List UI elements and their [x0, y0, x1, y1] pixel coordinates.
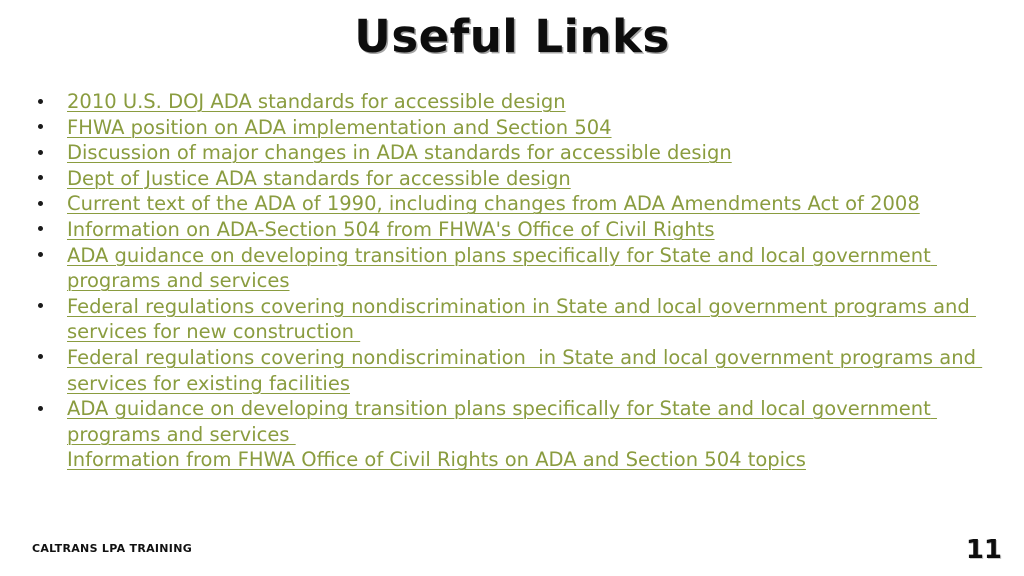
list-item: Information from FHWA Office of Civil Ri… — [30, 447, 990, 473]
bullet-dot-icon — [38, 175, 43, 181]
link-item[interactable]: Federal regulations covering nondiscrimi… — [67, 346, 982, 395]
bullet-dot-icon — [38, 354, 43, 360]
link-item[interactable]: 2010 U.S. DOJ ADA standards for accessib… — [67, 90, 566, 113]
footer-label: CALTRANS LPA TRAINING — [32, 542, 193, 555]
list-item: Information on ADA-Section 504 from FHWA… — [30, 217, 990, 243]
link-item[interactable]: ADA guidance on developing transition pl… — [67, 244, 937, 293]
link-item[interactable]: Current text of the ADA of 1990, includi… — [67, 192, 920, 215]
link-item[interactable]: FHWA position on ADA implementation and … — [67, 116, 612, 139]
link-item[interactable]: Discussion of major changes in ADA stand… — [67, 141, 732, 164]
bullet-dot-icon — [38, 252, 43, 258]
useful-links-list: 2010 U.S. DOJ ADA standards for accessib… — [30, 89, 990, 473]
page-number: 11 — [965, 535, 1002, 565]
bullet-dot-icon — [38, 98, 43, 104]
list-item: FHWA position on ADA implementation and … — [30, 115, 990, 141]
link-item[interactable]: ADA guidance on developing transition pl… — [67, 397, 937, 446]
list-item: Dept of Justice ADA standards for access… — [30, 166, 990, 192]
list-item: Current text of the ADA of 1990, includi… — [30, 191, 990, 217]
link-item[interactable]: Information from FHWA Office of Civil Ri… — [67, 448, 806, 471]
list-item: Discussion of major changes in ADA stand… — [30, 140, 990, 166]
slide-canvas: Useful Links 2010 U.S. DOJ ADA standards… — [0, 0, 1024, 576]
list-item: Federal regulations covering nondiscrimi… — [30, 345, 990, 396]
list-item: 2010 U.S. DOJ ADA standards for accessib… — [30, 89, 990, 115]
bullet-dot-icon — [38, 124, 43, 130]
list-item: ADA guidance on developing transition pl… — [30, 396, 990, 447]
bullet-dot-icon — [38, 149, 43, 155]
bullet-dot-icon — [38, 200, 43, 206]
bullet-dot-icon — [38, 303, 43, 309]
list-item: ADA guidance on developing transition pl… — [30, 243, 990, 294]
link-item[interactable]: Information on ADA-Section 504 from FHWA… — [67, 218, 715, 241]
bullet-dot-icon — [38, 226, 43, 232]
page-title: Useful Links — [354, 10, 670, 63]
list-item: Federal regulations covering nondiscrimi… — [30, 294, 990, 345]
link-item[interactable]: Dept of Justice ADA standards for access… — [67, 167, 571, 190]
link-item[interactable]: Federal regulations covering nondiscrimi… — [67, 295, 976, 344]
bullet-dot-icon — [38, 405, 43, 411]
